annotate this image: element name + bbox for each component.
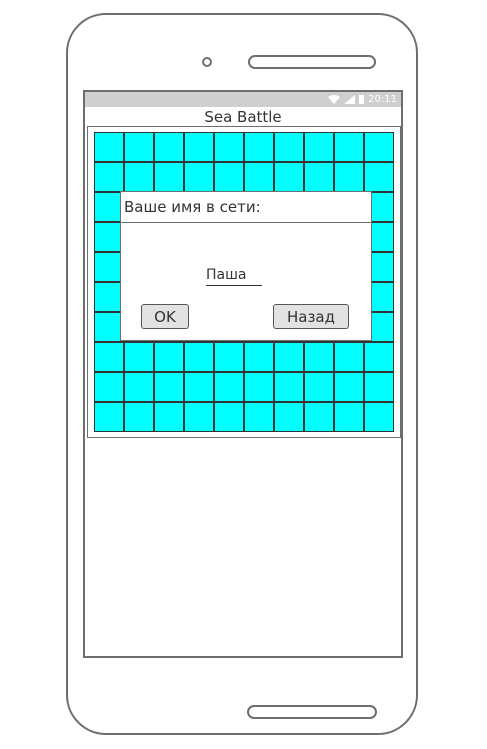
board-cell[interactable] (184, 402, 214, 432)
board-cell[interactable] (94, 162, 124, 192)
board-cell[interactable] (274, 132, 304, 162)
board-cell[interactable] (214, 342, 244, 372)
board-cell[interactable] (214, 372, 244, 402)
board-cell[interactable] (364, 162, 394, 192)
board-cell[interactable] (184, 132, 214, 162)
board-cell[interactable] (214, 402, 244, 432)
network-name-input[interactable] (206, 264, 262, 286)
board-cell[interactable] (304, 132, 334, 162)
dialog-title: Ваше имя в сети: (124, 198, 261, 216)
board-cell[interactable] (334, 402, 364, 432)
board-cell[interactable] (214, 162, 244, 192)
board-cell[interactable] (244, 162, 274, 192)
board-cell[interactable] (274, 402, 304, 432)
ok-button[interactable]: OK (141, 304, 189, 329)
board-cell[interactable] (94, 342, 124, 372)
back-button[interactable]: Назад (273, 304, 349, 329)
board-cell[interactable] (154, 372, 184, 402)
board-cell[interactable] (334, 342, 364, 372)
board-cell[interactable] (244, 132, 274, 162)
home-button[interactable] (247, 705, 377, 719)
board-cell[interactable] (184, 342, 214, 372)
signal-icon (344, 95, 356, 104)
board-cell[interactable] (94, 372, 124, 402)
camera-icon (202, 57, 212, 67)
board-cell[interactable] (154, 162, 184, 192)
dialog-divider (121, 222, 371, 223)
board-cell[interactable] (334, 372, 364, 402)
board-cell[interactable] (94, 132, 124, 162)
board-cell[interactable] (154, 132, 184, 162)
board-cell[interactable] (94, 402, 124, 432)
board-cell[interactable] (304, 162, 334, 192)
network-name-dialog: Ваше имя в сети: OK Назад (120, 191, 372, 341)
board-cell[interactable] (244, 372, 274, 402)
battery-icon (359, 95, 365, 104)
board-cell[interactable] (154, 402, 184, 432)
board-cell[interactable] (334, 132, 364, 162)
board-cell[interactable] (244, 402, 274, 432)
status-icons: 20:11 (328, 92, 397, 107)
board-cell[interactable] (304, 342, 334, 372)
app-title: Sea Battle (204, 108, 282, 126)
board-cell[interactable] (364, 372, 394, 402)
board-cell[interactable] (124, 372, 154, 402)
board-cell[interactable] (304, 372, 334, 402)
board-cell[interactable] (184, 162, 214, 192)
speaker-slot (248, 55, 376, 69)
board-cell[interactable] (274, 342, 304, 372)
board-cell[interactable] (274, 162, 304, 192)
board-cell[interactable] (124, 132, 154, 162)
board-cell[interactable] (124, 402, 154, 432)
board-cell[interactable] (154, 342, 184, 372)
board-cell[interactable] (274, 372, 304, 402)
board-cell[interactable] (364, 132, 394, 162)
board-cell[interactable] (124, 342, 154, 372)
board-cell[interactable] (124, 162, 154, 192)
phone-screen: 20:11 Sea Battle Ваше имя в сети: OK Наз… (83, 90, 403, 658)
board-cell[interactable] (364, 342, 394, 372)
board-cell[interactable] (214, 132, 244, 162)
board-cell[interactable] (244, 342, 274, 372)
wifi-icon (328, 95, 341, 104)
board-cell[interactable] (184, 372, 214, 402)
status-time: 20:11 (368, 94, 397, 105)
status-bar: 20:11 (85, 92, 401, 107)
board-cell[interactable] (334, 162, 364, 192)
game-board-frame: Ваше имя в сети: OK Назад (87, 126, 401, 438)
board-cell[interactable] (304, 402, 334, 432)
board-cell[interactable] (364, 402, 394, 432)
